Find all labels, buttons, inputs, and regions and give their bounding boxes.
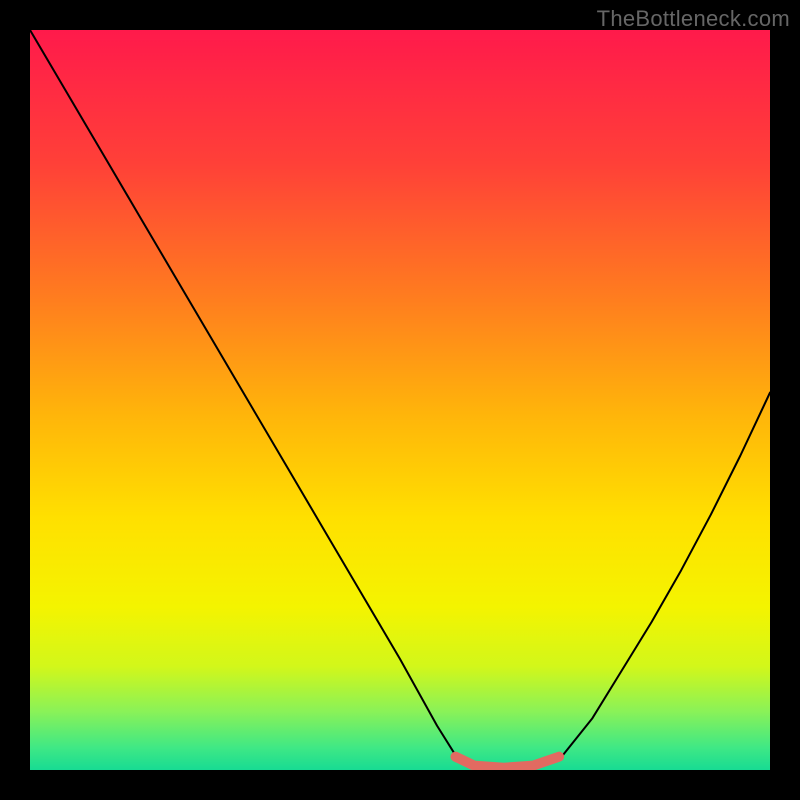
plot-area [30,30,770,770]
chart-frame: TheBottleneck.com [0,0,800,800]
chart-svg [30,30,770,770]
watermark-label: TheBottleneck.com [597,6,790,32]
